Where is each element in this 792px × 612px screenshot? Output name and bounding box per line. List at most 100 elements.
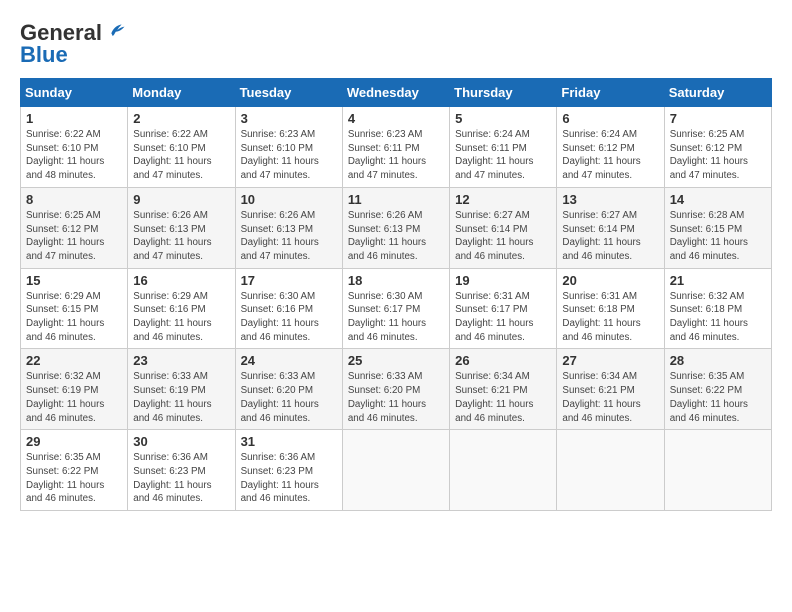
calendar-cell — [664, 430, 771, 511]
day-info: Sunrise: 6:29 AM Sunset: 6:16 PM Dayligh… — [133, 290, 229, 345]
day-number: 8 — [26, 192, 122, 207]
calendar-cell: 7 Sunrise: 6:25 AM Sunset: 6:12 PM Dayli… — [664, 107, 771, 188]
day-info: Sunrise: 6:23 AM Sunset: 6:10 PM Dayligh… — [241, 128, 337, 183]
day-info: Sunrise: 6:31 AM Sunset: 6:17 PM Dayligh… — [455, 290, 551, 345]
day-info: Sunrise: 6:26 AM Sunset: 6:13 PM Dayligh… — [241, 209, 337, 264]
day-number: 29 — [26, 434, 122, 449]
day-number: 25 — [348, 353, 444, 368]
day-number: 28 — [670, 353, 766, 368]
weekday-header-monday: Monday — [128, 79, 235, 107]
calendar-cell: 21 Sunrise: 6:32 AM Sunset: 6:18 PM Dayl… — [664, 268, 771, 349]
day-info: Sunrise: 6:22 AM Sunset: 6:10 PM Dayligh… — [26, 128, 122, 183]
calendar-cell: 8 Sunrise: 6:25 AM Sunset: 6:12 PM Dayli… — [21, 187, 128, 268]
calendar-cell: 29 Sunrise: 6:35 AM Sunset: 6:22 PM Dayl… — [21, 430, 128, 511]
day-number: 23 — [133, 353, 229, 368]
day-info: Sunrise: 6:36 AM Sunset: 6:23 PM Dayligh… — [241, 451, 337, 506]
day-number: 15 — [26, 273, 122, 288]
day-info: Sunrise: 6:32 AM Sunset: 6:18 PM Dayligh… — [670, 290, 766, 345]
calendar-cell: 27 Sunrise: 6:34 AM Sunset: 6:21 PM Dayl… — [557, 349, 664, 430]
day-info: Sunrise: 6:26 AM Sunset: 6:13 PM Dayligh… — [133, 209, 229, 264]
calendar-cell: 14 Sunrise: 6:28 AM Sunset: 6:15 PM Dayl… — [664, 187, 771, 268]
day-info: Sunrise: 6:30 AM Sunset: 6:16 PM Dayligh… — [241, 290, 337, 345]
day-number: 7 — [670, 111, 766, 126]
day-number: 6 — [562, 111, 658, 126]
weekday-header-thursday: Thursday — [450, 79, 557, 107]
calendar-cell: 17 Sunrise: 6:30 AM Sunset: 6:16 PM Dayl… — [235, 268, 342, 349]
logo-blue: Blue — [20, 42, 68, 68]
calendar-table: SundayMondayTuesdayWednesdayThursdayFrid… — [20, 78, 772, 511]
day-number: 22 — [26, 353, 122, 368]
calendar-cell: 4 Sunrise: 6:23 AM Sunset: 6:11 PM Dayli… — [342, 107, 449, 188]
calendar-cell: 28 Sunrise: 6:35 AM Sunset: 6:22 PM Dayl… — [664, 349, 771, 430]
day-number: 16 — [133, 273, 229, 288]
weekday-header-sunday: Sunday — [21, 79, 128, 107]
calendar-cell: 2 Sunrise: 6:22 AM Sunset: 6:10 PM Dayli… — [128, 107, 235, 188]
day-number: 20 — [562, 273, 658, 288]
calendar-cell: 22 Sunrise: 6:32 AM Sunset: 6:19 PM Dayl… — [21, 349, 128, 430]
day-info: Sunrise: 6:25 AM Sunset: 6:12 PM Dayligh… — [26, 209, 122, 264]
calendar-cell — [450, 430, 557, 511]
day-info: Sunrise: 6:35 AM Sunset: 6:22 PM Dayligh… — [670, 370, 766, 425]
day-info: Sunrise: 6:29 AM Sunset: 6:15 PM Dayligh… — [26, 290, 122, 345]
calendar-cell: 10 Sunrise: 6:26 AM Sunset: 6:13 PM Dayl… — [235, 187, 342, 268]
calendar-cell: 6 Sunrise: 6:24 AM Sunset: 6:12 PM Dayli… — [557, 107, 664, 188]
calendar-cell: 19 Sunrise: 6:31 AM Sunset: 6:17 PM Dayl… — [450, 268, 557, 349]
calendar-cell: 11 Sunrise: 6:26 AM Sunset: 6:13 PM Dayl… — [342, 187, 449, 268]
calendar-cell: 20 Sunrise: 6:31 AM Sunset: 6:18 PM Dayl… — [557, 268, 664, 349]
day-number: 10 — [241, 192, 337, 207]
calendar-cell: 1 Sunrise: 6:22 AM Sunset: 6:10 PM Dayli… — [21, 107, 128, 188]
weekday-header-saturday: Saturday — [664, 79, 771, 107]
day-info: Sunrise: 6:28 AM Sunset: 6:15 PM Dayligh… — [670, 209, 766, 264]
day-number: 9 — [133, 192, 229, 207]
day-number: 1 — [26, 111, 122, 126]
calendar-cell: 3 Sunrise: 6:23 AM Sunset: 6:10 PM Dayli… — [235, 107, 342, 188]
day-info: Sunrise: 6:24 AM Sunset: 6:12 PM Dayligh… — [562, 128, 658, 183]
day-number: 18 — [348, 273, 444, 288]
day-info: Sunrise: 6:33 AM Sunset: 6:19 PM Dayligh… — [133, 370, 229, 425]
calendar-cell: 5 Sunrise: 6:24 AM Sunset: 6:11 PM Dayli… — [450, 107, 557, 188]
day-number: 11 — [348, 192, 444, 207]
day-info: Sunrise: 6:25 AM Sunset: 6:12 PM Dayligh… — [670, 128, 766, 183]
day-number: 30 — [133, 434, 229, 449]
day-info: Sunrise: 6:34 AM Sunset: 6:21 PM Dayligh… — [455, 370, 551, 425]
calendar-cell: 31 Sunrise: 6:36 AM Sunset: 6:23 PM Dayl… — [235, 430, 342, 511]
day-info: Sunrise: 6:27 AM Sunset: 6:14 PM Dayligh… — [562, 209, 658, 264]
day-number: 27 — [562, 353, 658, 368]
calendar-cell: 15 Sunrise: 6:29 AM Sunset: 6:15 PM Dayl… — [21, 268, 128, 349]
weekday-header-wednesday: Wednesday — [342, 79, 449, 107]
day-number: 3 — [241, 111, 337, 126]
calendar-cell: 18 Sunrise: 6:30 AM Sunset: 6:17 PM Dayl… — [342, 268, 449, 349]
calendar-cell — [557, 430, 664, 511]
day-number: 17 — [241, 273, 337, 288]
day-number: 12 — [455, 192, 551, 207]
day-info: Sunrise: 6:33 AM Sunset: 6:20 PM Dayligh… — [241, 370, 337, 425]
page-header: General Blue — [20, 20, 772, 68]
calendar-cell: 30 Sunrise: 6:36 AM Sunset: 6:23 PM Dayl… — [128, 430, 235, 511]
day-info: Sunrise: 6:35 AM Sunset: 6:22 PM Dayligh… — [26, 451, 122, 506]
day-info: Sunrise: 6:24 AM Sunset: 6:11 PM Dayligh… — [455, 128, 551, 183]
logo: General Blue — [20, 20, 126, 68]
day-number: 5 — [455, 111, 551, 126]
day-number: 4 — [348, 111, 444, 126]
weekday-header-friday: Friday — [557, 79, 664, 107]
calendar-cell: 16 Sunrise: 6:29 AM Sunset: 6:16 PM Dayl… — [128, 268, 235, 349]
day-number: 13 — [562, 192, 658, 207]
day-info: Sunrise: 6:27 AM Sunset: 6:14 PM Dayligh… — [455, 209, 551, 264]
calendar-cell: 13 Sunrise: 6:27 AM Sunset: 6:14 PM Dayl… — [557, 187, 664, 268]
day-number: 21 — [670, 273, 766, 288]
day-number: 31 — [241, 434, 337, 449]
day-info: Sunrise: 6:22 AM Sunset: 6:10 PM Dayligh… — [133, 128, 229, 183]
day-info: Sunrise: 6:30 AM Sunset: 6:17 PM Dayligh… — [348, 290, 444, 345]
calendar-cell: 26 Sunrise: 6:34 AM Sunset: 6:21 PM Dayl… — [450, 349, 557, 430]
calendar-cell: 24 Sunrise: 6:33 AM Sunset: 6:20 PM Dayl… — [235, 349, 342, 430]
calendar-cell: 25 Sunrise: 6:33 AM Sunset: 6:20 PM Dayl… — [342, 349, 449, 430]
day-number: 24 — [241, 353, 337, 368]
calendar-cell — [342, 430, 449, 511]
day-info: Sunrise: 6:31 AM Sunset: 6:18 PM Dayligh… — [562, 290, 658, 345]
calendar-cell: 9 Sunrise: 6:26 AM Sunset: 6:13 PM Dayli… — [128, 187, 235, 268]
day-number: 2 — [133, 111, 229, 126]
calendar-cell: 23 Sunrise: 6:33 AM Sunset: 6:19 PM Dayl… — [128, 349, 235, 430]
logo-bird-icon — [104, 20, 126, 42]
weekday-header-tuesday: Tuesday — [235, 79, 342, 107]
day-info: Sunrise: 6:23 AM Sunset: 6:11 PM Dayligh… — [348, 128, 444, 183]
